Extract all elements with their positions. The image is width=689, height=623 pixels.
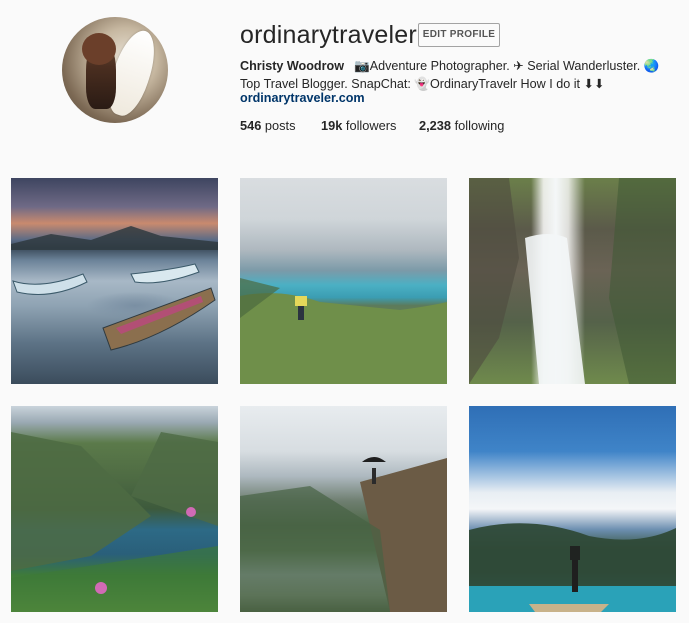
post-tile-1[interactable]: [11, 178, 218, 384]
following-stat[interactable]: 2,238 following: [419, 118, 504, 133]
followers-label: followers: [345, 118, 397, 133]
posts-count: 546: [240, 118, 262, 133]
avatar-hair: [82, 33, 116, 65]
lake-dock-illustration: [469, 523, 676, 612]
post-tile-2[interactable]: [240, 178, 447, 384]
waterfall-illustration: [469, 178, 676, 384]
post-tile-6[interactable]: [469, 406, 676, 612]
following-count: 2,238: [419, 118, 452, 133]
profile-username: ordinarytraveler: [240, 21, 417, 49]
followers-count: 19k: [321, 118, 343, 133]
fjord-valley-illustration: [11, 432, 218, 612]
post-tile-3[interactable]: [469, 178, 676, 384]
profile-website-link[interactable]: ordinarytraveler.com: [240, 91, 365, 105]
post-tile-5[interactable]: [240, 406, 447, 612]
profile-bio: Christy Woodrow 📷Adventure Photographer. …: [240, 57, 670, 93]
cliff-edge-illustration: [240, 457, 447, 612]
posts-stat: 546 posts: [240, 118, 296, 133]
profile-avatar[interactable]: [62, 17, 168, 123]
following-label: following: [454, 118, 505, 133]
edit-profile-button[interactable]: EDIT PROFILE: [418, 23, 500, 47]
boats-illustration: [11, 226, 218, 351]
posts-label: posts: [264, 118, 296, 133]
profile-full-name: Christy Woodrow: [240, 59, 345, 73]
fjord-hiker-illustration: [240, 278, 447, 384]
followers-stat[interactable]: 19k followers: [321, 118, 396, 133]
post-tile-4[interactable]: [11, 406, 218, 612]
